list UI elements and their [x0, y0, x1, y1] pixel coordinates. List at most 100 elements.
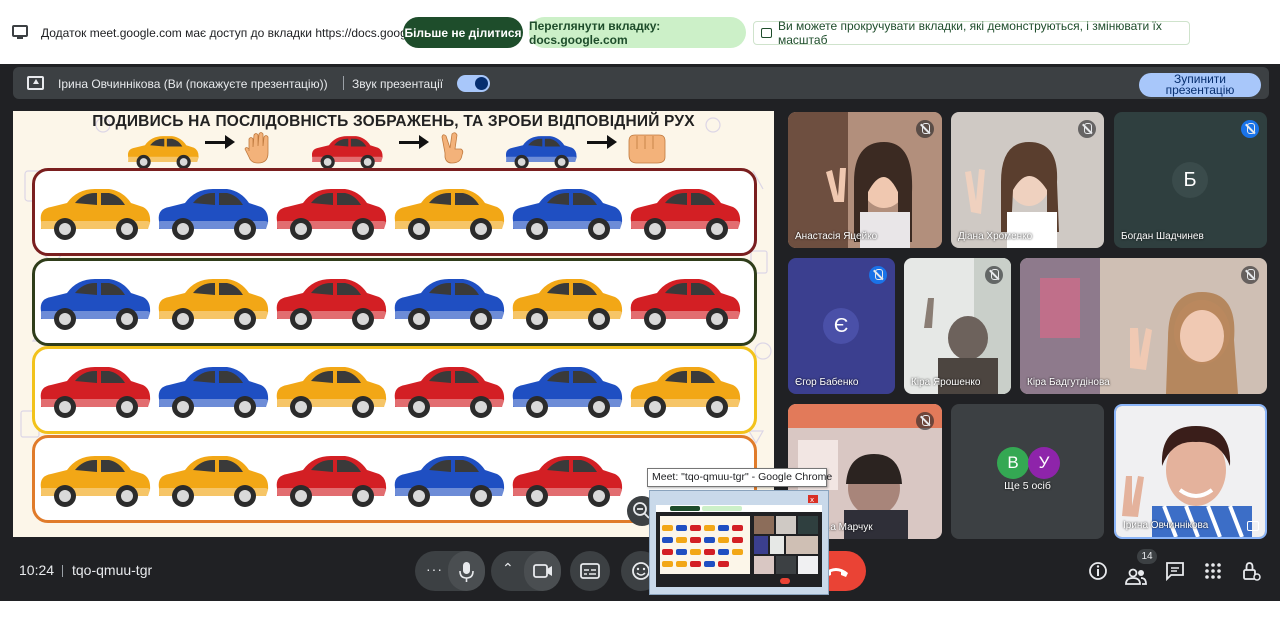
arrow-right-icon — [587, 135, 617, 149]
thumbnail-car — [662, 525, 673, 531]
thumbnail-car — [662, 537, 673, 543]
self-view-tile[interactable]: Ірина Овчиннікова — [1114, 404, 1267, 539]
stop-sharing-button[interactable]: Більше не ділитися — [403, 17, 523, 48]
thumbnail-car — [718, 561, 729, 567]
yellow-car — [393, 189, 505, 240]
thumbnail-car — [704, 525, 715, 531]
divider — [343, 76, 344, 90]
blue-car — [393, 456, 505, 507]
activities-grid-icon[interactable] — [1201, 559, 1225, 583]
info-icon[interactable] — [1086, 559, 1110, 583]
thumbnail-car — [690, 561, 701, 567]
red-car — [39, 367, 151, 418]
stop-presenting-button[interactable]: Зупинити презентацію — [1139, 73, 1261, 97]
window-thumbnail-image: x — [650, 491, 828, 594]
people-icon — [1125, 568, 1147, 585]
legend-red-car — [310, 136, 384, 170]
audio-options-icon[interactable]: ··· — [426, 561, 443, 577]
participant-name: ...а Марчук — [822, 522, 873, 533]
divider — [62, 565, 63, 577]
mic-off-icon — [1241, 266, 1259, 284]
participant-tile[interactable]: Кіра Бадгутдінова — [1020, 258, 1267, 394]
yellow-car — [157, 279, 269, 330]
thumbnail-car — [676, 561, 687, 567]
mic-off-icon — [1078, 120, 1096, 138]
people-button[interactable]: 14 — [1124, 549, 1160, 593]
car-row — [32, 258, 757, 346]
thumbnail-car — [704, 549, 715, 555]
stop-presenting-line2: презентацію — [1165, 83, 1235, 97]
camera-button[interactable] — [524, 551, 561, 591]
presentation-sound-label: Звук презентації — [352, 77, 444, 91]
microphone-icon — [459, 562, 474, 582]
red-car — [629, 279, 741, 330]
camera-icon — [533, 564, 552, 578]
yellow-car — [275, 367, 387, 418]
meeting-code: tqo-qmuu-tgr — [72, 562, 153, 578]
meeting-controls-bar: 10:24 tqo-qmuu-tgr ··· ⌃ 14 — [0, 547, 1280, 601]
screen-share-icon — [12, 25, 28, 39]
thumbnail-car — [732, 549, 743, 555]
avatar: У — [1028, 447, 1060, 479]
red-car — [629, 189, 741, 240]
mic-off-icon — [869, 266, 887, 284]
thumbnail-car — [676, 549, 687, 555]
video-controls-group: ⌃ — [491, 551, 561, 591]
avatar: Є — [823, 308, 859, 344]
participant-name: Ірина Овчиннікова — [1123, 520, 1209, 531]
more-participants-tile[interactable]: В У Ще 5 осіб — [951, 404, 1104, 539]
thumbnail-car — [662, 561, 673, 567]
car-row — [32, 168, 757, 256]
people-count-badge: 14 — [1137, 549, 1157, 564]
tab-icon — [761, 28, 772, 38]
view-tab-button[interactable]: Переглянути вкладку: docs.google.com — [529, 17, 746, 48]
captions-icon — [580, 563, 600, 579]
svg-text:x: x — [810, 496, 814, 504]
window-thumbnail-preview[interactable]: x — [649, 490, 829, 595]
thumbnail-car — [704, 537, 715, 543]
participant-name: Богдан Шадчинев — [1121, 231, 1204, 242]
host-controls-lock-icon[interactable] — [1239, 559, 1263, 583]
arrow-right-icon — [399, 135, 429, 149]
participant-tile[interactable]: Кіра Ярошенко — [904, 258, 1011, 394]
presenting-bar: Ірина Овчиннікова (Ви (покажуєте презент… — [13, 67, 1269, 99]
yellow-car — [157, 456, 269, 507]
participant-name: Анастасія Яцейко — [795, 231, 878, 242]
thumbnail-car — [676, 525, 687, 531]
yellow-car — [629, 367, 741, 418]
yellow-car — [39, 456, 151, 507]
thumbnail-car — [690, 549, 701, 555]
participant-tile[interactable]: Б Богдан Шадчинев — [1114, 112, 1267, 248]
window-tooltip: Meet: "tqo-qmuu-tgr" - Google Chrome — [647, 468, 832, 487]
pin-tile-icon[interactable] — [1247, 521, 1259, 531]
blue-car — [393, 279, 505, 330]
microphone-button[interactable] — [448, 551, 485, 591]
chat-icon[interactable] — [1163, 559, 1187, 583]
red-car — [275, 456, 387, 507]
red-car — [511, 456, 623, 507]
thumbnail-car — [676, 537, 687, 543]
thumbnail-car — [704, 561, 715, 567]
two-fingers-hand-icon — [441, 132, 464, 164]
yellow-car — [511, 279, 623, 330]
open-palm-icon — [244, 132, 269, 164]
participant-name: Єгор Бабенко — [795, 377, 859, 388]
participant-tile[interactable]: Є Єгор Бабенко — [788, 258, 895, 394]
mic-off-icon — [916, 412, 934, 430]
chevron-up-icon[interactable]: ⌃ — [502, 560, 514, 577]
mic-off-icon — [985, 266, 1003, 284]
mic-off-icon — [916, 120, 934, 138]
participant-name: Кіра Бадгутдінова — [1027, 377, 1110, 388]
presentation-sound-toggle[interactable] — [457, 75, 490, 92]
thumbnail-car — [690, 537, 701, 543]
thumbnail-car — [690, 525, 701, 531]
participant-name: Діана Хроменко — [958, 231, 1033, 242]
participant-tile[interactable]: Діана Хроменко — [951, 112, 1104, 248]
sharing-message: Додаток meet.google.com має доступ до вк… — [41, 26, 443, 40]
audio-controls-group: ··· — [415, 551, 485, 591]
captions-button[interactable] — [570, 551, 610, 591]
blue-car — [157, 367, 269, 418]
participant-tile[interactable]: Анастасія Яцейко — [788, 112, 942, 248]
legend-yellow-car — [126, 136, 200, 170]
arrow-right-icon — [205, 135, 235, 149]
